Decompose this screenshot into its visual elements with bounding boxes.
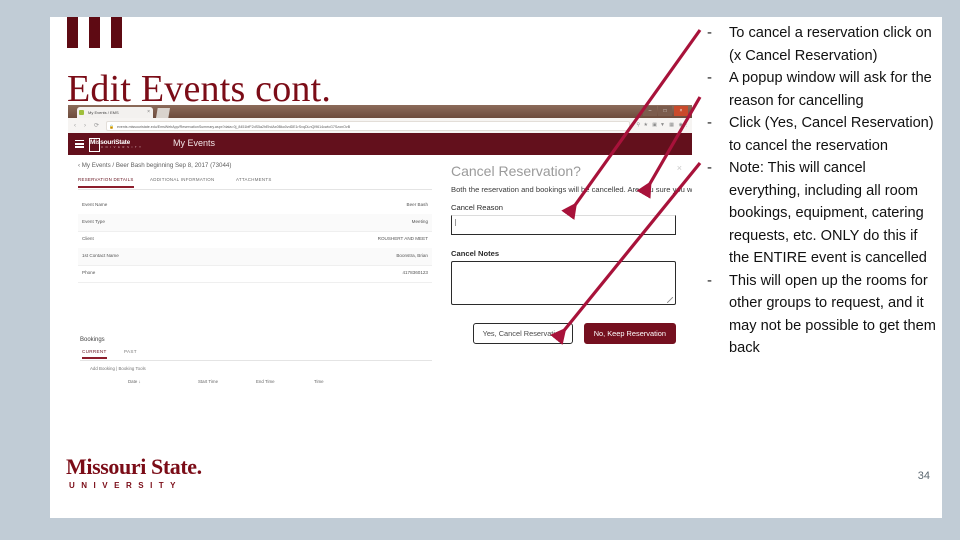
tab-additional-information[interactable]: ADDITIONAL INFORMATION <box>150 177 214 182</box>
browser-screenshot: My Events / EMS × – □ × ‹ › ⟳ 🔒 events.m… <box>68 105 692 387</box>
dialog-subtitle: Both the reservation and bookings will b… <box>451 185 692 194</box>
dialog-button-row: Yes, Cancel Reservation No, Keep Reserva… <box>472 323 676 344</box>
table-row: Event Type Meeting <box>78 214 432 232</box>
brand-subtitle: U N I V E R S I T Y <box>101 146 142 149</box>
cancel-notes-label: Cancel Notes <box>451 249 500 258</box>
decoration-bar-3 <box>111 17 122 48</box>
bullet-text: To cancel a reservation click on (x Canc… <box>729 25 932 64</box>
field-key: Client <box>82 236 94 241</box>
search-icon[interactable]: ⚲ <box>636 122 640 129</box>
field-value: Meeting <box>411 219 428 224</box>
list-item: - Click (Yes, Cancel Reservation) to can… <box>707 112 939 157</box>
field-value: 4178360123 <box>402 270 428 275</box>
bullet-text: A popup window will ask for the reason f… <box>729 70 932 109</box>
resize-handle-icon[interactable] <box>667 297 673 303</box>
column-header-end-time[interactable]: End Time <box>256 379 275 384</box>
tab-past-bookings[interactable]: PAST <box>124 349 137 354</box>
decoration-bar-2 <box>89 17 100 48</box>
field-key: Event Type <box>82 219 105 224</box>
tab-current-bookings[interactable]: CURRENT <box>82 349 107 359</box>
browser-tab-bar: My Events / EMS × – □ × <box>68 105 692 118</box>
breadcrumb[interactable]: ‹ My Events / Beer Bash beginning Sep 8,… <box>78 162 231 169</box>
tab-reservation-details[interactable]: RESERVATION DETAILS <box>78 177 134 188</box>
cancel-notes-textarea[interactable] <box>451 261 676 305</box>
window-minimize-button[interactable]: – <box>643 106 657 116</box>
cancel-reason-label-part1: Cancel <box>451 203 475 212</box>
dialog-title: Cancel Reservation? <box>451 163 581 179</box>
list-item: - Note: This will cancel everything, inc… <box>707 157 939 270</box>
slide-canvas: Edit Events cont. My Events / EMS × – □ … <box>50 17 942 518</box>
field-value: Beer Bash <box>406 202 428 207</box>
menu-icon[interactable]: ⋮ <box>684 122 689 129</box>
close-icon[interactable]: × <box>677 163 682 173</box>
app-header: MissouriState U N I V E R S I T Y My Eve… <box>68 133 692 155</box>
lock-icon: 🔒 <box>109 124 114 129</box>
field-value: ROUSHERT AND MEET <box>377 236 428 241</box>
column-header-start-time[interactable]: Start Time <box>198 379 218 384</box>
browser-tab[interactable]: My Events / EMS × <box>77 107 153 118</box>
field-key: Phone <box>82 270 96 275</box>
new-tab-button[interactable] <box>156 108 170 118</box>
back-icon[interactable]: ‹ <box>74 122 76 130</box>
star-icon[interactable]: ★ <box>644 122 648 129</box>
logo-sub-line: UNIVERSITY <box>69 481 183 490</box>
window-maximize-button[interactable]: □ <box>658 106 672 116</box>
bookings-action-links[interactable]: Add Booking | Booking Tools <box>90 366 146 371</box>
table-row: Client ROUSHERT AND MEET <box>78 231 432 249</box>
download-icon[interactable]: ▼ <box>660 122 665 129</box>
bookings-tabs: CURRENT PAST <box>80 349 432 361</box>
page-number: 34 <box>917 470 930 482</box>
close-icon[interactable]: × <box>147 109 150 116</box>
account-icon[interactable]: ◉ <box>679 122 683 129</box>
decoration-bar-1 <box>67 17 78 48</box>
hamburger-icon[interactable] <box>75 140 84 148</box>
bookings-table-header: Date ↓ Start Time End Time Time <box>80 377 432 387</box>
field-key: Event Name <box>82 202 108 207</box>
yes-cancel-reservation-button[interactable]: Yes, Cancel Reservation <box>472 323 574 344</box>
browser-url-bar: ‹ › ⟳ 🔒 events.missouristate.edu/EmsWebA… <box>68 118 692 134</box>
browser-tab-title: My Events / EMS <box>88 110 119 115</box>
forward-icon[interactable]: › <box>84 122 86 130</box>
list-item: - This will open up the rooms for other … <box>707 270 939 360</box>
puzzle-icon[interactable]: ▣ <box>652 122 657 129</box>
list-item: - To cancel a reservation click on (x Ca… <box>707 22 939 67</box>
brand-name: MissouriState <box>90 139 131 146</box>
reload-icon[interactable]: ⟳ <box>94 122 99 130</box>
bullet-dash: - <box>707 271 712 289</box>
table-row: 1st Contact Name Boonstra, Brian <box>78 248 432 266</box>
address-input[interactable]: 🔒 events.missouristate.edu/EmsWebApp/Res… <box>106 121 630 131</box>
cancel-reservation-dialog: Cancel Reservation? × Both the reservati… <box>440 155 692 387</box>
column-header-time[interactable]: Time <box>314 379 324 384</box>
field-key: 1st Contact Name <box>82 253 119 258</box>
window-close-button[interactable]: × <box>674 106 688 116</box>
bullet-dash: - <box>707 69 712 86</box>
bullet-dash: - <box>707 114 712 131</box>
bullet-text: Note: This will cancel everything, inclu… <box>729 160 927 266</box>
bullet-list: - To cancel a reservation click on (x Ca… <box>707 22 939 360</box>
reservation-detail-panel: ‹ My Events / Beer Bash beginning Sep 8,… <box>68 155 440 387</box>
address-text: events.missouristate.edu/EmsWebApp/Reser… <box>117 125 351 129</box>
logo-name-line: Missouri State. <box>66 454 202 479</box>
column-header-date[interactable]: Date ↓ <box>128 379 141 384</box>
table-row: Event Name Beer Bash <box>78 197 432 215</box>
list-item: - A popup window will ask for the reason… <box>707 67 939 112</box>
detail-tabs: RESERVATION DETAILS ADDITIONAL INFORMATI… <box>78 177 432 190</box>
tab-attachments[interactable]: ATTACHMENTS <box>236 177 272 182</box>
bullet-text: This will open up the rooms for other gr… <box>729 272 936 357</box>
bookings-title: Bookings <box>80 337 105 343</box>
no-keep-reservation-button[interactable]: No, Keep Reservation <box>583 323 676 344</box>
bullet-text: Click (Yes, Cancel Reservation) to cance… <box>729 115 934 154</box>
table-row: Phone 4178360123 <box>78 265 432 283</box>
missouri-state-logo: Missouri State. UNIVERSITY <box>66 454 202 490</box>
field-value: Boonstra, Brian <box>396 253 428 258</box>
cancel-reason-input[interactable] <box>451 215 676 235</box>
app-page-label: My Events <box>173 138 216 148</box>
bullet-dash: - <box>707 159 712 176</box>
cancel-reason-label: Cancel Reason <box>451 203 503 212</box>
cancel-reason-label-part2: Reason <box>474 203 503 212</box>
bullet-dash: - <box>707 24 712 41</box>
favicon-icon <box>79 110 84 115</box>
grid-icon[interactable]: ▦ <box>669 122 674 129</box>
